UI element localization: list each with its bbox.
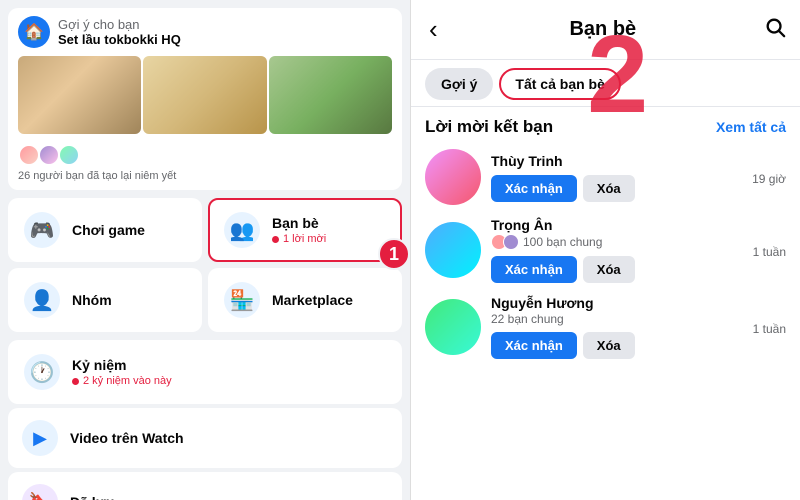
friend-time-nguyen-huong: 1 tuần (753, 322, 786, 336)
tab-tat-ca[interactable]: Tất cả bạn bè (499, 68, 620, 100)
memories-label: Kỷ niệm (72, 357, 172, 373)
friend-avatar-trong-an (425, 222, 481, 278)
tab-goi-y[interactable]: Gợi ý (425, 68, 493, 100)
tab-section: Gợi ý Tất cả bạn bè 2 (411, 60, 800, 107)
feed-desc: 26 người bạn đã tạo lại niêm yết (8, 170, 402, 190)
menu-item-marketplace[interactable]: 🏪 Marketplace (208, 268, 402, 332)
friends-dot (272, 236, 279, 243)
friend-name-thuy-trinh: Thùy Trinh (491, 153, 742, 169)
badge-number-1: 1 (378, 238, 410, 270)
home-icon: 🏠 (18, 16, 50, 48)
feed-image-1 (18, 56, 141, 134)
groups-icon: 👤 (24, 282, 60, 318)
friend-time-trong-an: 1 tuần (753, 245, 786, 259)
confirm-button-nguyen-huong[interactable]: Xác nhận (491, 332, 577, 359)
avatar-1 (18, 144, 40, 166)
confirm-button-thuy-trinh[interactable]: Xác nhận (491, 175, 577, 202)
friend-item-thuy-trinh: Thùy Trinh Xác nhận Xóa 19 giờ (411, 143, 800, 211)
section-header: Lời mời kết bạn Xem tất cả (411, 107, 800, 143)
page-title: Bạn bè (450, 18, 756, 41)
search-button[interactable] (764, 16, 786, 44)
friend-right-trong-an: 1 tuần (753, 241, 786, 259)
friends-label: Bạn bè (272, 215, 326, 231)
friend-item-nguyen-huong: Nguyễn Hương 22 bạn chung Xác nhận Xóa 1… (411, 289, 800, 365)
menu-item-video[interactable]: ▶ Video trên Watch (8, 408, 402, 468)
memories-icon: 🕐 (24, 354, 60, 390)
back-button[interactable]: ‹ (425, 10, 442, 49)
friend-avatar-thuy-trinh (425, 149, 481, 205)
friend-avatar-nguyen-huong (425, 299, 481, 355)
friend-mutual-nguyen-huong: 22 bạn chung (491, 312, 743, 326)
friend-list: Thùy Trinh Xác nhận Xóa 19 giờ Trọng Ân (411, 143, 800, 500)
friend-name-trong-an: Trọng Ân (491, 217, 743, 233)
friend-item-trong-an: Trọng Ân 100 bạn chung Xác nhận Xóa 1 tu… (411, 211, 800, 289)
memories-sub: 2 kỷ niệm vào này (72, 375, 172, 387)
avatar-3 (58, 144, 80, 166)
delete-button-trong-an[interactable]: Xóa (583, 256, 635, 283)
menu-grid: 🎮 Chơi game 👥 Bạn bè 1 lời mời 1 👤 Nhóm (0, 194, 410, 340)
video-label: Video trên Watch (70, 430, 184, 446)
tab-bar: Gợi ý Tất cả bạn bè (411, 60, 800, 107)
menu-item-friends[interactable]: 👥 Bạn bè 1 lời mời 1 (208, 198, 402, 262)
friend-right-nguyen-huong: 1 tuần (753, 318, 786, 336)
section-title: Lời mời kết bạn (425, 117, 553, 137)
game-label: Chơi game (72, 222, 145, 238)
groups-label: Nhóm (72, 292, 112, 308)
see-all-button[interactable]: Xem tất cả (716, 119, 786, 135)
feed-card: 🏠 Gợi ý cho bạn Set lầu tokbokki HQ 26 n… (8, 8, 402, 190)
menu-item-saved[interactable]: 🔖 Đã lưu (8, 472, 402, 500)
friend-right-thuy-trinh: 19 giờ (752, 168, 786, 186)
marketplace-icon: 🏪 (224, 282, 260, 318)
memories-dot (72, 378, 79, 385)
video-icon: ▶ (22, 420, 58, 456)
saved-label: Đã lưu (70, 494, 114, 500)
friend-time-thuy-trinh: 19 giờ (752, 172, 786, 186)
marketplace-label: Marketplace (272, 292, 353, 308)
confirm-button-trong-an[interactable]: Xác nhận (491, 256, 577, 283)
menu-item-memories[interactable]: 🕐 Kỷ niệm 2 kỷ niệm vào này (8, 340, 402, 404)
friends-icon: 👥 (224, 212, 260, 248)
saved-icon: 🔖 (22, 484, 58, 500)
friends-sub: 1 lời mời (272, 233, 326, 245)
friend-info-trong-an: Trọng Ân 100 bạn chung Xác nhận Xóa (491, 217, 743, 283)
menu-item-groups[interactable]: 👤 Nhóm (8, 268, 202, 332)
feed-image-3 (269, 56, 392, 134)
friend-name-nguyen-huong: Nguyễn Hương (491, 295, 743, 311)
feed-image-2 (143, 56, 266, 134)
menu-item-game[interactable]: 🎮 Chơi game (8, 198, 202, 262)
feed-suggestion-label: Gợi ý cho bạn Set lầu tokbokki HQ (58, 17, 181, 47)
game-icon: 🎮 (24, 212, 60, 248)
feed-title: Set lầu tokbokki HQ (58, 32, 181, 47)
friend-mutual-trong-an: 100 bạn chung (491, 234, 743, 250)
left-bottom-items: 🕐 Kỷ niệm 2 kỷ niệm vào này ▶ Video trên… (0, 340, 410, 500)
delete-button-thuy-trinh[interactable]: Xóa (583, 175, 635, 202)
right-panel: ‹ Bạn bè Gợi ý Tất cả bạn bè 2 Lời mời k… (411, 0, 800, 500)
friend-info-thuy-trinh: Thùy Trinh Xác nhận Xóa (491, 153, 742, 202)
friend-info-nguyen-huong: Nguyễn Hương 22 bạn chung Xác nhận Xóa (491, 295, 743, 359)
avatar-2 (38, 144, 60, 166)
left-panel: 🏠 Gợi ý cho bạn Set lầu tokbokki HQ 26 n… (0, 0, 410, 500)
right-header: ‹ Bạn bè (411, 0, 800, 60)
mutual-avatar-2 (503, 234, 519, 250)
delete-button-nguyen-huong[interactable]: Xóa (583, 332, 635, 359)
